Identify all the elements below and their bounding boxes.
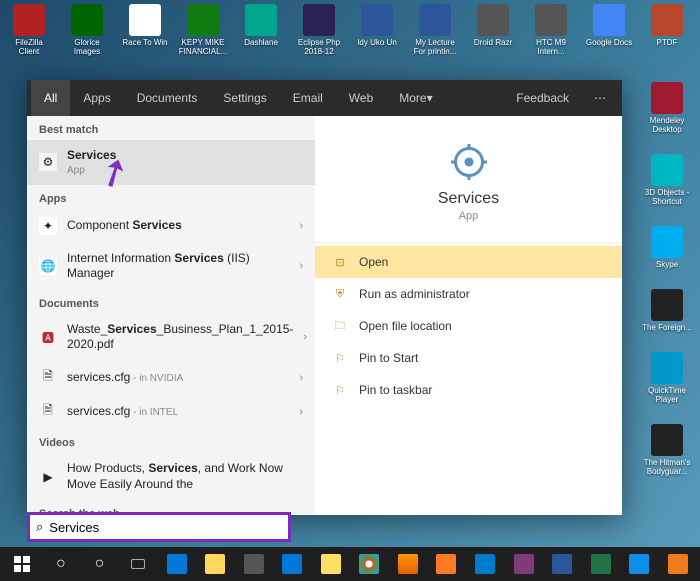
- result-app-component-services[interactable]: ✦ Component Services ›: [27, 209, 315, 243]
- detail-column: Services App ⊡Open⛨Run as administrator🗀…: [315, 116, 622, 515]
- results-column: Best match ⚙ Services App Apps ✦ Compone…: [27, 116, 315, 515]
- gear-icon: [451, 144, 487, 180]
- taskbar-app-edge[interactable]: [158, 547, 195, 581]
- taskbar-app-mail[interactable]: [274, 547, 311, 581]
- taskbar-app-store[interactable]: [235, 547, 272, 581]
- desktop-icon[interactable]: Idy Uko Un: [353, 4, 401, 56]
- start-button[interactable]: [4, 547, 41, 581]
- tab-all[interactable]: All: [31, 80, 70, 116]
- chevron-right-icon: ›: [299, 260, 303, 272]
- file-icon: 🗎: [39, 369, 57, 387]
- folder-icon: 🗀: [333, 319, 347, 333]
- taskbar-app-firefox[interactable]: [390, 547, 427, 581]
- result-doc-pdf[interactable]: 🅰 Waste_Services_Business_Plan_1_2015-20…: [27, 314, 315, 361]
- apps-header: Apps: [27, 185, 315, 209]
- taskbar-app-excel[interactable]: [582, 547, 619, 581]
- gear-icon: ⚙: [39, 153, 57, 171]
- tab-settings[interactable]: Settings: [210, 80, 279, 116]
- taskbar-app-chrome[interactable]: [351, 547, 388, 581]
- desktop-icon[interactable]: KEPY MIKE FINANCIAL...: [179, 4, 227, 56]
- taskbar-app-notes[interactable]: [313, 547, 350, 581]
- chevron-right-icon: ›: [303, 331, 307, 343]
- pin-taskbar-icon: ⚐: [333, 383, 347, 397]
- desktop-icon[interactable]: Droid Razr: [469, 4, 517, 56]
- search-tabs: All Apps Documents Settings Email Web Mo…: [27, 80, 622, 116]
- chevron-right-icon: ›: [299, 372, 303, 384]
- desktop-icon[interactable]: PTDF: [643, 4, 691, 56]
- taskbar-app-teamviewer[interactable]: [621, 547, 658, 581]
- taskbar-app-explorer[interactable]: [197, 547, 234, 581]
- desktop-icon[interactable]: FileZilla Client: [5, 4, 53, 56]
- menu-button[interactable]: ⋯: [582, 80, 618, 116]
- action-run-as-administrator[interactable]: ⛨Run as administrator: [315, 278, 622, 310]
- search-panel: All Apps Documents Settings Email Web Mo…: [27, 80, 622, 515]
- desktop-icons-right: Mendeley Desktop 3D Objects - Shortcut Sky…: [637, 82, 697, 476]
- admin-icon: ⛨: [333, 287, 347, 301]
- desktop-icon[interactable]: Skype: [637, 226, 697, 269]
- tab-web[interactable]: Web: [336, 80, 386, 116]
- taskbar-app-code[interactable]: [467, 547, 504, 581]
- action-pin-to-taskbar[interactable]: ⚐Pin to taskbar: [315, 374, 622, 406]
- desktop-icon[interactable]: Eclipse Php 2018-12: [295, 4, 343, 56]
- desktop-icon[interactable]: Google Docs: [585, 4, 633, 56]
- result-video[interactable]: ▶ How Products, Services, and Work Now M…: [27, 453, 315, 500]
- desktop-icon[interactable]: 3D Objects - Shortcut: [637, 154, 697, 206]
- result-doc-cfg-intel[interactable]: 🗎 services.cfg - in INTEL ›: [27, 395, 315, 429]
- desktop-icon[interactable]: Race To Win: [121, 4, 169, 56]
- taskbar: ○ ○: [0, 547, 700, 581]
- action-open[interactable]: ⊡Open: [315, 246, 622, 278]
- action-pin-to-start[interactable]: ⚐Pin to Start: [315, 342, 622, 374]
- video-icon: ▶: [39, 468, 57, 486]
- taskbar-app-xampp[interactable]: [428, 547, 465, 581]
- desktop-icon[interactable]: Mendeley Desktop: [637, 82, 697, 134]
- pin-start-icon: ⚐: [333, 351, 347, 365]
- chevron-right-icon: ›: [299, 406, 303, 418]
- search-input[interactable]: [49, 520, 282, 535]
- search-box[interactable]: ⌕: [27, 512, 291, 542]
- tab-documents[interactable]: Documents: [124, 80, 211, 116]
- detail-title: Services: [438, 190, 499, 208]
- pdf-icon: 🅰: [39, 328, 57, 346]
- open-icon: ⊡: [333, 255, 347, 269]
- search-icon: ⌕: [36, 519, 43, 535]
- cortana-button[interactable]: ○: [81, 547, 118, 581]
- desktop-icon[interactable]: Dashlane: [237, 4, 285, 56]
- taskbar-search-button[interactable]: ○: [43, 547, 80, 581]
- feedback-link[interactable]: Feedback: [503, 80, 582, 116]
- desktop-icon[interactable]: HTC M9 Intern...: [527, 4, 575, 56]
- desktop-icon[interactable]: My Lecture For printin...: [411, 4, 459, 56]
- taskbar-app-onenote[interactable]: [505, 547, 542, 581]
- file-icon: 🗎: [39, 403, 57, 421]
- action-open-file-location[interactable]: 🗀Open file location: [315, 310, 622, 342]
- desktop-icon[interactable]: The Hitman's Bodyguar...: [637, 424, 697, 476]
- result-app-iis-manager[interactable]: 🌐 Internet Information Services (IIS) Ma…: [27, 243, 315, 290]
- desktop-icon[interactable]: QuickTime Player: [637, 352, 697, 404]
- component-icon: ✦: [39, 217, 57, 235]
- taskbar-app-vlc[interactable]: [660, 547, 697, 581]
- result-best-match[interactable]: ⚙ Services App: [27, 140, 315, 185]
- tab-more[interactable]: More ▾: [386, 80, 445, 116]
- detail-subtitle: App: [459, 210, 479, 222]
- taskbar-app-word[interactable]: [544, 547, 581, 581]
- tab-apps[interactable]: Apps: [70, 80, 123, 116]
- documents-header: Documents: [27, 290, 315, 314]
- tab-email[interactable]: Email: [280, 80, 336, 116]
- videos-header: Videos: [27, 429, 315, 453]
- detail-actions: ⊡Open⛨Run as administrator🗀Open file loc…: [315, 243, 622, 409]
- task-view-button[interactable]: [120, 547, 157, 581]
- desktop-icon[interactable]: The Foreign...: [637, 289, 697, 332]
- desktop-icon[interactable]: Glorice Images: [63, 4, 111, 56]
- result-doc-cfg-nvidia[interactable]: 🗎 services.cfg - in NVIDIA ›: [27, 361, 315, 395]
- chevron-right-icon: ›: [299, 220, 303, 232]
- iis-icon: 🌐: [39, 257, 57, 275]
- desktop-icons-row: FileZilla ClientGlorice ImagesRace To Wi…: [5, 4, 691, 56]
- best-match-header: Best match: [27, 116, 315, 140]
